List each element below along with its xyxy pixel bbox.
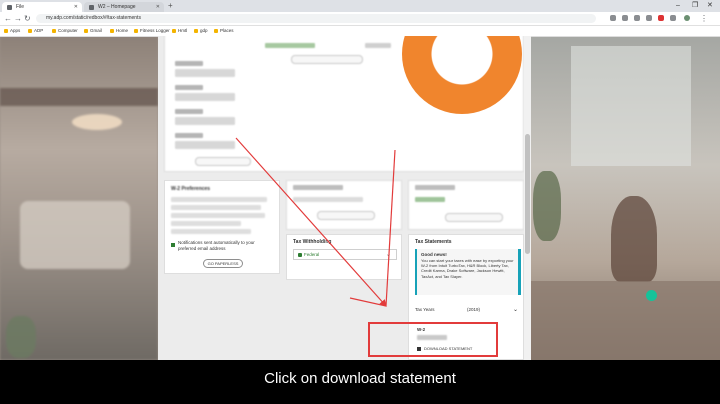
minimize-icon[interactable]: –	[676, 0, 680, 12]
close-icon[interactable]: ✕	[74, 2, 78, 12]
card-title: W-2 Preferences	[171, 186, 211, 192]
bookmark-item[interactable]: Home	[110, 26, 128, 36]
blurred-text	[293, 185, 343, 190]
background-cabinet	[20, 201, 130, 269]
background-room-right	[531, 36, 720, 360]
blurred-text	[415, 185, 455, 190]
extension-icon[interactable]	[670, 15, 676, 21]
check-icon	[298, 253, 302, 257]
menu-kebab-icon[interactable]: ⋮	[700, 13, 708, 24]
browser-toolbar: ← → ↻ my.adp.com/static/redbox/#/tax-sta…	[0, 12, 720, 26]
blurred-text	[175, 133, 203, 138]
callout-heading: Good news!	[421, 252, 447, 257]
blurred-text	[175, 141, 235, 149]
background-lamp	[72, 114, 122, 130]
back-icon[interactable]: ←	[4, 13, 12, 24]
bookmark-item[interactable]: gdp	[194, 26, 208, 36]
browser-tab[interactable]: W2 – Homepage ✕	[84, 2, 164, 12]
download-highlight-box	[368, 322, 498, 357]
bookmark-item[interactable]: Computer	[52, 26, 78, 36]
background-room-left	[0, 36, 158, 360]
background-table	[531, 281, 720, 360]
w2-preferences-card: W-2 Preferences Notifications sent autom…	[164, 180, 280, 274]
blurred-text	[293, 197, 363, 202]
background-plant	[6, 316, 36, 358]
bookmark-item[interactable]: Hmtl	[172, 26, 187, 36]
blurred-link	[317, 211, 375, 220]
blurred-text	[175, 69, 235, 77]
adp-page: W-2 Preferences Notifications sent autom…	[158, 36, 531, 360]
blurred-text	[171, 229, 251, 234]
bookmark-item[interactable]: Fitness Logger	[134, 26, 170, 36]
close-window-icon[interactable]: ✕	[707, 0, 713, 12]
tab-label: File	[16, 4, 25, 10]
tab-favicon-icon	[7, 5, 12, 10]
background-shelf	[0, 88, 158, 106]
maximize-icon[interactable]: ❐	[692, 0, 698, 12]
card-title: Tax Statements	[415, 239, 452, 245]
blurred-text	[415, 197, 445, 202]
scrollbar-thumb[interactable]	[525, 134, 530, 254]
forward-icon[interactable]: →	[14, 13, 22, 24]
bookmark-item[interactable]: Places	[214, 26, 234, 36]
bookmark-item[interactable]: ADP	[28, 26, 43, 36]
bell-icon	[171, 243, 175, 247]
chevron-down-icon: ⌄	[385, 252, 391, 258]
blurred-text	[171, 221, 241, 226]
bookmark-item[interactable]: Apps	[4, 26, 20, 36]
extension-icon[interactable]	[658, 15, 664, 21]
blurred-text	[171, 213, 265, 218]
blurred-text	[175, 61, 203, 66]
browser-tab-active[interactable]: File ✕	[2, 2, 82, 12]
page-scrollbar[interactable]	[524, 36, 531, 360]
tax-year-label: Tax Years	[415, 307, 435, 312]
good-news-callout: Good news! You can start your taxes with…	[415, 249, 521, 295]
blurred-text	[175, 117, 235, 125]
blurred-text	[175, 85, 203, 90]
tax-info-card	[286, 180, 402, 230]
tax-withholding-card: Tax Withholding Federal ⌄	[286, 234, 402, 280]
close-icon[interactable]: ✕	[156, 2, 160, 12]
tab-favicon-icon	[89, 5, 94, 10]
extension-icon[interactable]	[622, 15, 628, 21]
browser-tab-strip: File ✕ W2 – Homepage ✕ + – ❐ ✕	[0, 0, 720, 12]
reload-icon[interactable]: ↻	[24, 13, 31, 24]
tab-label: W2 – Homepage	[98, 4, 136, 10]
extension-icon[interactable]	[634, 15, 640, 21]
dropdown-value: Federal	[304, 252, 320, 257]
tax-year-value[interactable]: (2019)	[467, 307, 480, 312]
extension-icon[interactable]	[610, 15, 616, 21]
blurred-text	[175, 109, 203, 114]
blurred-text	[365, 43, 391, 48]
documents-card	[408, 180, 524, 230]
video-caption: Click on download statement	[264, 370, 456, 387]
blurred-link	[195, 157, 251, 166]
blurred-link	[291, 55, 363, 64]
grammarly-icon[interactable]	[646, 290, 657, 301]
chevron-down-icon[interactable]: ⌄	[513, 306, 518, 313]
federal-dropdown[interactable]: Federal ⌄	[293, 249, 397, 260]
profile-avatar[interactable]	[684, 15, 690, 21]
blurred-link	[445, 213, 503, 222]
card-title: Tax Withholding	[293, 239, 332, 245]
blurred-text	[175, 93, 235, 101]
background-person	[611, 196, 657, 282]
blurred-text	[171, 205, 261, 210]
background-window	[571, 46, 691, 166]
background-plant	[533, 171, 561, 241]
go-paperless-button[interactable]: GO PAPERLESS	[203, 259, 243, 268]
extension-icon[interactable]	[646, 15, 652, 21]
address-bar[interactable]: my.adp.com/static/redbox/#/tax-statement…	[36, 14, 596, 23]
blurred-text	[171, 197, 267, 202]
notification-text: Notifications sent automatically to your…	[178, 240, 255, 251]
new-tab-icon[interactable]: +	[168, 1, 173, 10]
callout-text: You can start your taxes with ease by ex…	[421, 258, 514, 279]
bookmark-item[interactable]: Gmail	[84, 26, 102, 36]
blurred-text	[265, 43, 315, 48]
video-frame: File ✕ W2 – Homepage ✕ + – ❐ ✕ ← → ↻ my.…	[0, 0, 720, 360]
